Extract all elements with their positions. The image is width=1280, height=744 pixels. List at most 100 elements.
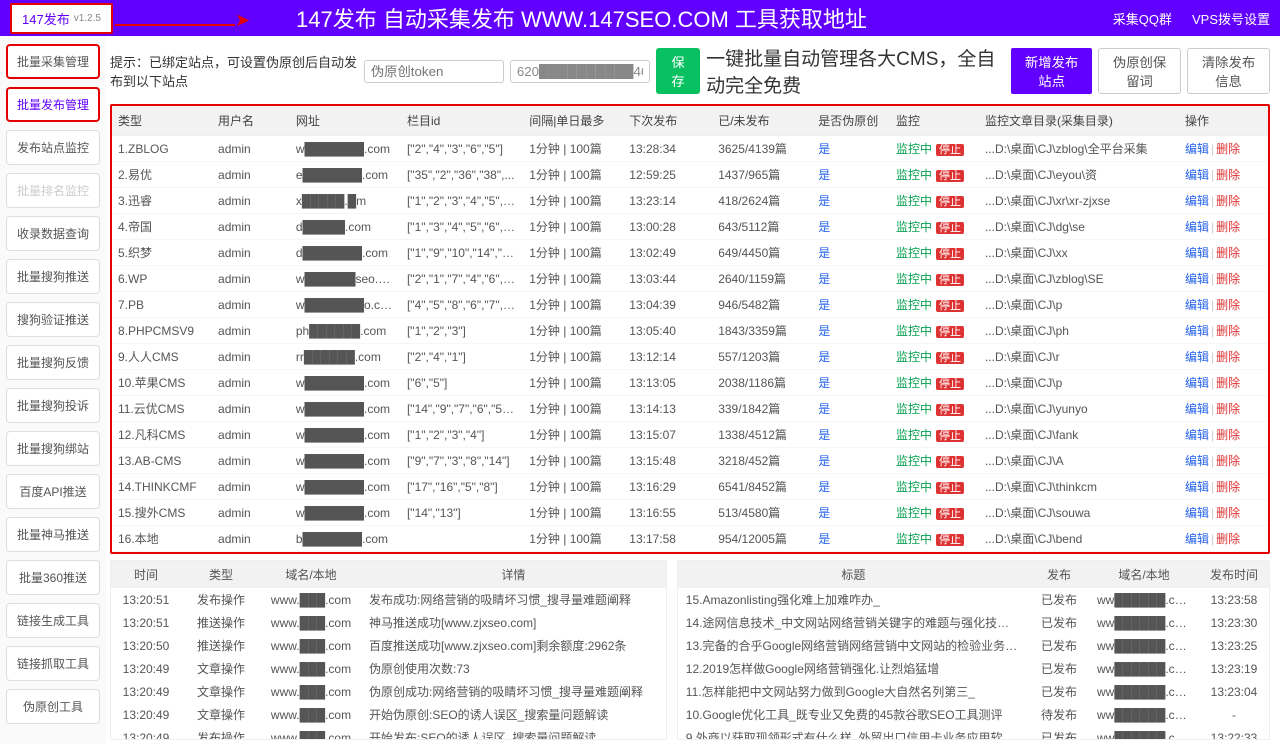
edit-link[interactable]: 编辑 bbox=[1185, 324, 1209, 338]
delete-link[interactable]: 删除 bbox=[1216, 454, 1240, 468]
edit-link[interactable]: 编辑 bbox=[1185, 506, 1209, 520]
stop-button[interactable]: 停止 bbox=[936, 534, 964, 546]
delete-link[interactable]: 删除 bbox=[1216, 194, 1240, 208]
edit-link[interactable]: 编辑 bbox=[1185, 246, 1209, 260]
toggle-original[interactable]: 是 bbox=[818, 428, 830, 442]
sidebar-item-0[interactable]: 批量采集管理 bbox=[6, 44, 100, 79]
delete-link[interactable]: 删除 bbox=[1216, 402, 1240, 416]
toggle-original[interactable]: 是 bbox=[818, 376, 830, 390]
delete-link[interactable]: 删除 bbox=[1216, 220, 1240, 234]
toggle-original[interactable]: 是 bbox=[818, 402, 830, 416]
table-row: 6.WPadminw██████seo.com["2","1","7","4",… bbox=[112, 266, 1268, 292]
edit-link[interactable]: 编辑 bbox=[1185, 194, 1209, 208]
toggle-original[interactable]: 是 bbox=[818, 272, 830, 286]
toggle-original[interactable]: 是 bbox=[818, 324, 830, 338]
stop-button[interactable]: 停止 bbox=[936, 144, 964, 156]
edit-link[interactable]: 编辑 bbox=[1185, 454, 1209, 468]
sidebar-item-7[interactable]: 批量搜狗反馈 bbox=[6, 345, 100, 380]
delete-link[interactable]: 删除 bbox=[1216, 480, 1240, 494]
table-row: 15.搜外CMSadminw███████.com["14","13"]1分钟 … bbox=[112, 500, 1268, 526]
log-row: 13:20:49发布操作www.███.com开始发布:SEO的诱人误区_搜索量… bbox=[111, 726, 666, 740]
stop-button[interactable]: 停止 bbox=[936, 430, 964, 442]
sidebar-item-5[interactable]: 批量搜狗推送 bbox=[6, 259, 100, 294]
stop-button[interactable]: 停止 bbox=[936, 326, 964, 338]
toggle-original[interactable]: 是 bbox=[818, 454, 830, 468]
sidebar-item-6[interactable]: 搜狗验证推送 bbox=[6, 302, 100, 337]
log-row: 13:20:49文章操作www.███.com伪原创使用次数:73 bbox=[111, 657, 666, 680]
edit-link[interactable]: 编辑 bbox=[1185, 142, 1209, 156]
sidebar-item-1[interactable]: 批量发布管理 bbox=[6, 87, 100, 122]
toggle-original[interactable]: 是 bbox=[818, 480, 830, 494]
log-row: 13:20:49文章操作www.███.com开始伪原创:SEO的诱人误区_搜索… bbox=[111, 703, 666, 726]
clear-button[interactable]: 清除发布信息 bbox=[1187, 48, 1270, 94]
edit-link[interactable]: 编辑 bbox=[1185, 272, 1209, 286]
sidebar-item-13[interactable]: 链接生成工具 bbox=[6, 603, 100, 638]
edit-link[interactable]: 编辑 bbox=[1185, 168, 1209, 182]
stop-button[interactable]: 停止 bbox=[936, 300, 964, 312]
link-vps-settings[interactable]: VPS拨号设置 bbox=[1192, 9, 1270, 28]
sidebar-item-3[interactable]: 批量排名监控 bbox=[6, 173, 100, 208]
delete-link[interactable]: 删除 bbox=[1216, 532, 1240, 546]
stop-button[interactable]: 停止 bbox=[936, 378, 964, 390]
save-button[interactable]: 保存 bbox=[656, 48, 700, 94]
delete-link[interactable]: 删除 bbox=[1216, 246, 1240, 260]
delete-link[interactable]: 删除 bbox=[1216, 168, 1240, 182]
stop-button[interactable]: 停止 bbox=[936, 274, 964, 286]
stop-button[interactable]: 停止 bbox=[936, 456, 964, 468]
sidebar-item-15[interactable]: 伪原创工具 bbox=[6, 689, 100, 724]
sidebar-item-10[interactable]: 百度API推送 bbox=[6, 474, 100, 509]
edit-link[interactable]: 编辑 bbox=[1185, 428, 1209, 442]
stop-button[interactable]: 停止 bbox=[936, 508, 964, 520]
delete-link[interactable]: 删除 bbox=[1216, 298, 1240, 312]
token-value[interactable] bbox=[510, 60, 650, 83]
link-qq-group[interactable]: 采集QQ群 bbox=[1113, 9, 1172, 28]
stop-button[interactable]: 停止 bbox=[936, 482, 964, 494]
delete-link[interactable]: 删除 bbox=[1216, 376, 1240, 390]
delete-link[interactable]: 删除 bbox=[1216, 272, 1240, 286]
stop-button[interactable]: 停止 bbox=[936, 352, 964, 364]
tip-text: 提示：已绑定站点，可设置伪原创后自动发布到以下站点 bbox=[110, 52, 358, 90]
edit-link[interactable]: 编辑 bbox=[1185, 376, 1209, 390]
stop-button[interactable]: 停止 bbox=[936, 222, 964, 234]
log-row: 13:20:51推送操作www.███.com神马推送成功[www.zjxseo… bbox=[111, 611, 666, 634]
sidebar-item-9[interactable]: 批量搜狗绑站 bbox=[6, 431, 100, 466]
sidebar-item-12[interactable]: 批量360推送 bbox=[6, 560, 100, 595]
stop-button[interactable]: 停止 bbox=[936, 170, 964, 182]
delete-link[interactable]: 删除 bbox=[1216, 350, 1240, 364]
toggle-original[interactable]: 是 bbox=[818, 194, 830, 208]
edit-link[interactable]: 编辑 bbox=[1185, 402, 1209, 416]
toggle-original[interactable]: 是 bbox=[818, 350, 830, 364]
sidebar-item-11[interactable]: 批量神马推送 bbox=[6, 517, 100, 552]
stop-button[interactable]: 停止 bbox=[936, 404, 964, 416]
sidebar-item-2[interactable]: 发布站点监控 bbox=[6, 130, 100, 165]
toggle-original[interactable]: 是 bbox=[818, 246, 830, 260]
sidebar-item-14[interactable]: 链接抓取工具 bbox=[6, 646, 100, 681]
toggle-original[interactable]: 是 bbox=[818, 220, 830, 234]
delete-link[interactable]: 删除 bbox=[1216, 324, 1240, 338]
table-row: 16.本地adminb███████.com1分钟 | 100篇13:17:58… bbox=[112, 526, 1268, 552]
edit-link[interactable]: 编辑 bbox=[1185, 350, 1209, 364]
sidebar-item-8[interactable]: 批量搜狗投诉 bbox=[6, 388, 100, 423]
delete-link[interactable]: 删除 bbox=[1216, 506, 1240, 520]
app-logo: 147发布v1.2.5 bbox=[10, 3, 113, 34]
token-input[interactable] bbox=[364, 60, 504, 83]
stop-button[interactable]: 停止 bbox=[936, 248, 964, 260]
add-site-button[interactable]: 新增发布站点 bbox=[1011, 48, 1092, 94]
edit-link[interactable]: 编辑 bbox=[1185, 220, 1209, 234]
toggle-original[interactable]: 是 bbox=[818, 532, 830, 546]
edit-link[interactable]: 编辑 bbox=[1185, 532, 1209, 546]
log-row: 13.完备的合乎Google网络营销网络营销中文网站的检验业务流程已发布ww██… bbox=[678, 634, 1269, 657]
delete-link[interactable]: 删除 bbox=[1216, 142, 1240, 156]
sidebar-item-4[interactable]: 收录数据查询 bbox=[6, 216, 100, 251]
edit-link[interactable]: 编辑 bbox=[1185, 480, 1209, 494]
log-row: 10.Google优化工具_既专业又免费的45款谷歌SEO工具测评待发布ww██… bbox=[678, 703, 1269, 726]
toggle-original[interactable]: 是 bbox=[818, 298, 830, 312]
toggle-original[interactable]: 是 bbox=[818, 168, 830, 182]
keywords-button[interactable]: 伪原创保留词 bbox=[1098, 48, 1181, 94]
log-right-table: 标题发布域名/本地发布时间15.Amazonlisting强化难上加难咋办_已发… bbox=[678, 561, 1269, 740]
toggle-original[interactable]: 是 bbox=[818, 506, 830, 520]
edit-link[interactable]: 编辑 bbox=[1185, 298, 1209, 312]
toggle-original[interactable]: 是 bbox=[818, 142, 830, 156]
stop-button[interactable]: 停止 bbox=[936, 196, 964, 208]
delete-link[interactable]: 删除 bbox=[1216, 428, 1240, 442]
